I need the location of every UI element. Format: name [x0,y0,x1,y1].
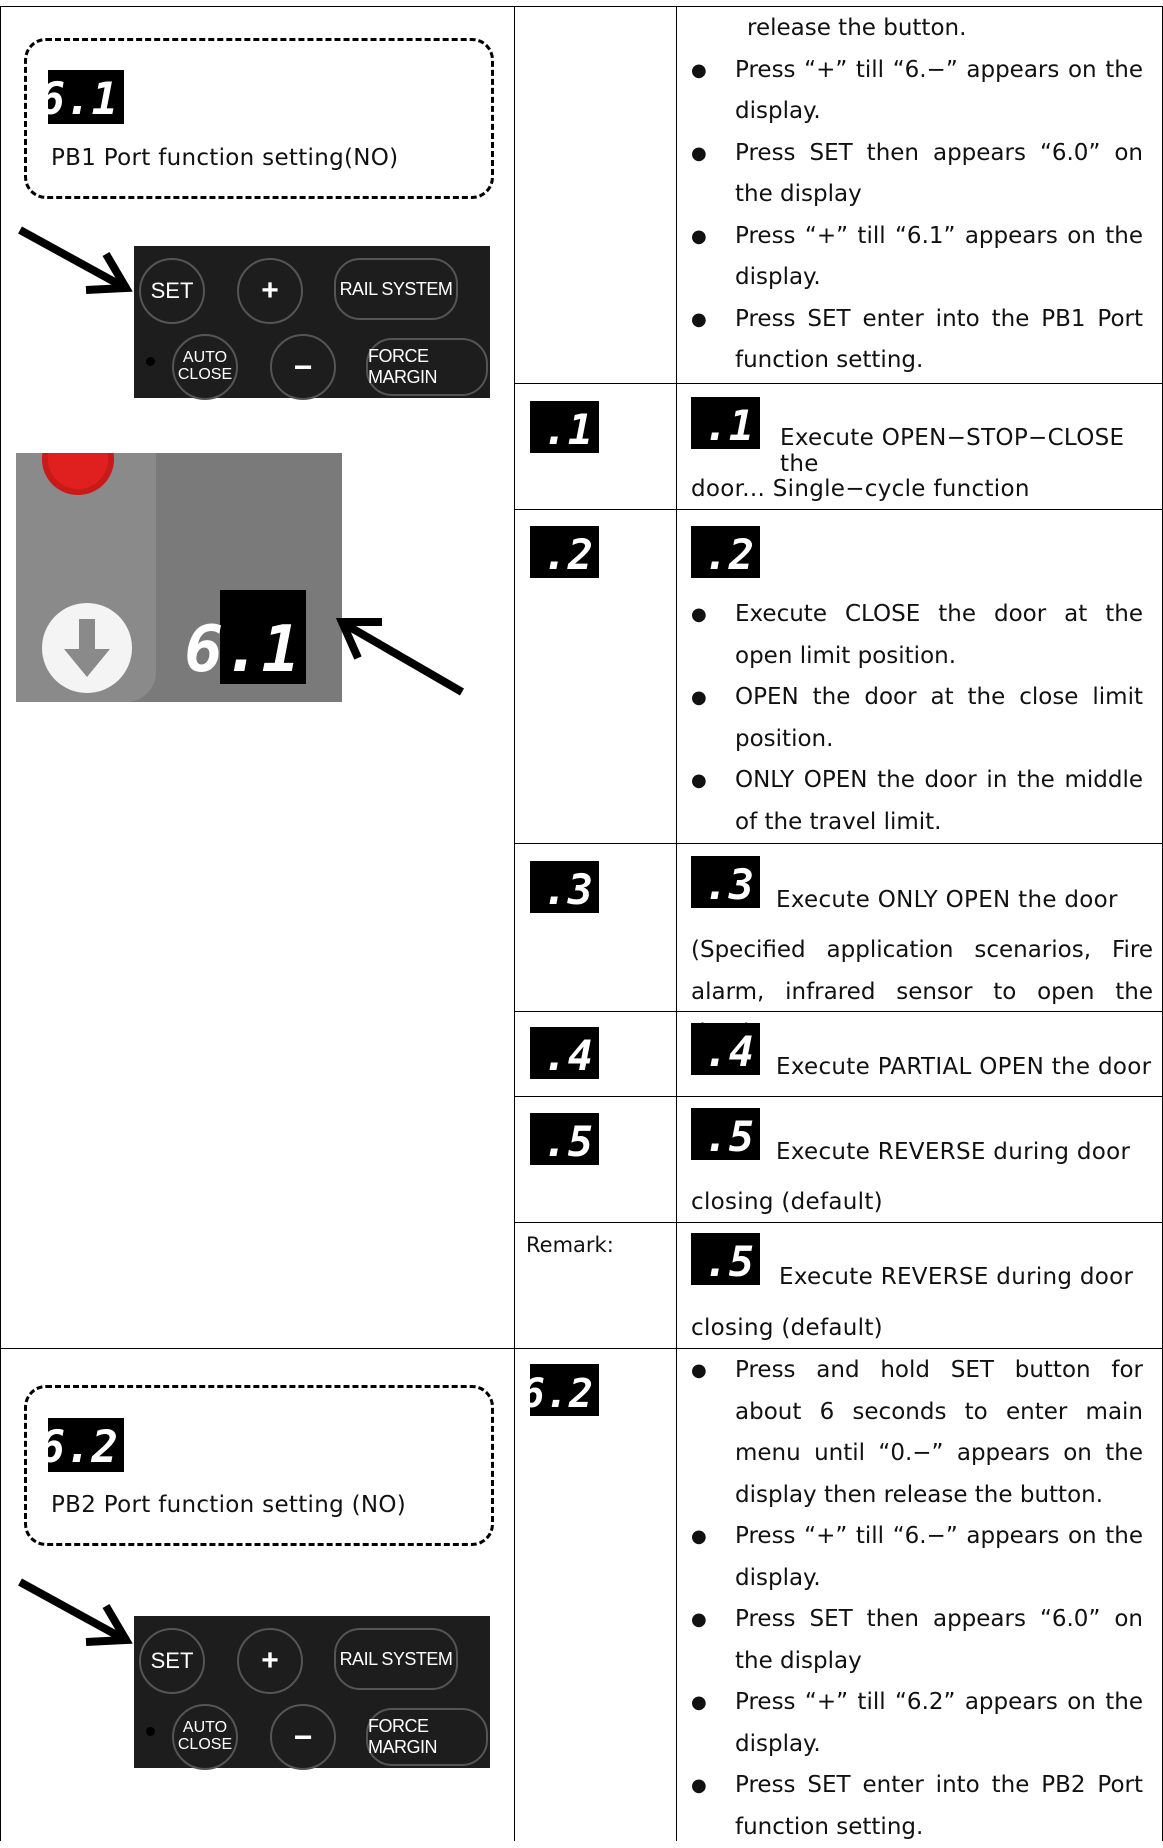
pb1-code-display: 6.1 [39,70,124,124]
option-5-code-inline: .5 [691,1108,760,1160]
force-margin-button[interactable]: FORCE MARGIN [366,1708,488,1766]
option-3-code: .3 [530,861,599,913]
step-continuation: release the button. [747,15,967,41]
down-arrow-icon [42,603,132,693]
option-2-bullets-cell: Execute CLOSE the door at the open limit… [677,594,1153,843]
display-photo: 6.1 [16,453,342,702]
rail-system-button[interactable]: RAIL SYSTEM [334,1628,458,1690]
minus-button[interactable]: − [270,1704,336,1770]
list-item: Press “+” till “6.1” appears on the disp… [677,216,1143,299]
option-2-list: Execute CLOSE the door at the open limit… [677,594,1153,843]
pb2-steps-list: Press and hold SET button for about 6 se… [677,1350,1153,1848]
option-3-code-inline: .3 [691,856,760,908]
option-4-code-inline: .4 [691,1023,760,1075]
list-item: Press and hold SET button for about 6 se… [677,1350,1143,1516]
set-button[interactable]: SET [139,1628,205,1694]
column-divider-1 [514,6,515,1841]
pb2-code-mid: 6.2 [521,1364,599,1416]
top-steps-list: Press “+” till “6.−” appears on the disp… [677,50,1153,382]
option-2-code-inline: .2 [691,526,760,578]
plus-button[interactable]: + [237,258,303,324]
option-1-text-b: door... Single−cycle function [691,476,1030,502]
top-steps-cell: release the button. Press “+” till “6.−”… [677,8,1153,382]
section-divider [0,1348,1163,1349]
force-margin-button[interactable]: FORCE MARGIN [366,338,488,396]
pb2-code-text: 6.2 [38,1422,118,1473]
option-5-text-b: closing (default) [691,1189,883,1215]
status-led [146,357,155,366]
list-item: Execute CLOSE the door at the open limit… [677,594,1143,677]
pb1-title: PB1 Port function setting(NO) [51,145,399,171]
status-led [146,1727,155,1736]
pb2-code-display: 6.2 [39,1418,124,1472]
remark-code-inline: .5 [691,1233,760,1285]
option-5-code: .5 [530,1113,599,1165]
row-divider [514,509,1163,510]
option-4-code: .4 [530,1027,599,1079]
arrow-icon [18,226,133,294]
option-1-text-a: Execute OPEN−STOP−CLOSE the [780,425,1125,477]
pb2-steps-cell: Press and hold SET button for about 6 se… [677,1350,1153,1848]
list-item: ONLY OPEN the door in the middle of the … [677,760,1143,843]
list-item: Press “+” till “6.−” appears on the disp… [677,1516,1143,1599]
list-item: Press “+” till “6.−” appears on the disp… [677,50,1143,133]
option-2-code: .2 [530,526,599,578]
option-3-text-b: (Specified application scenarios, Fire a… [691,937,1153,1046]
control-panel: SET + RAIL SYSTEM AUTO CLOSE − FORCE MARG… [134,246,490,400]
option-3-text-a: Execute ONLY OPEN the door [776,887,1118,913]
photo-display-code: 6.1 [184,590,306,684]
row-divider [514,843,1163,844]
list-item: Press SET then appears “6.0” on the disp… [677,1599,1143,1682]
table-left-border [0,6,1,1841]
option-1-code-inline: .1 [691,397,760,449]
row-divider [514,1096,1163,1097]
pb2-title: PB2 Port function setting (NO) [51,1492,407,1518]
set-button[interactable]: SET [139,258,205,324]
list-item: Press “+” till “6.2” appears on the disp… [677,1682,1143,1765]
control-panel: SET + RAIL SYSTEM AUTO CLOSE − FORCE MARG… [134,1616,490,1770]
list-item: OPEN the door at the close limit positio… [677,677,1143,760]
row-divider [514,383,1163,384]
arrow-icon [18,1578,133,1646]
list-item: Press SET enter into the PB1 Port functi… [677,299,1143,382]
list-item: Press SET then appears “6.0” on the disp… [677,133,1143,216]
rail-system-button[interactable]: RAIL SYSTEM [334,258,458,320]
minus-button[interactable]: − [270,334,336,400]
arrow-icon [335,618,465,696]
remark-text-a: Execute REVERSE during door [779,1264,1134,1290]
option-1-code: .1 [530,401,599,453]
plus-button[interactable]: + [237,1628,303,1694]
remark-label: Remark: [526,1233,614,1257]
pb1-code-text: 6.1 [38,74,118,125]
option-5-text-a: Execute REVERSE during door [776,1139,1131,1165]
list-item: Press SET enter into the PB2 Port functi… [677,1765,1143,1848]
remark-text-b: closing (default) [691,1315,883,1341]
auto-close-button[interactable]: AUTO CLOSE [172,1704,238,1770]
auto-close-button[interactable]: AUTO CLOSE [172,334,238,400]
table-top-border [0,6,1163,7]
option-4-text-a: Execute PARTIAL OPEN the door [776,1054,1152,1080]
row-divider [514,1222,1163,1223]
